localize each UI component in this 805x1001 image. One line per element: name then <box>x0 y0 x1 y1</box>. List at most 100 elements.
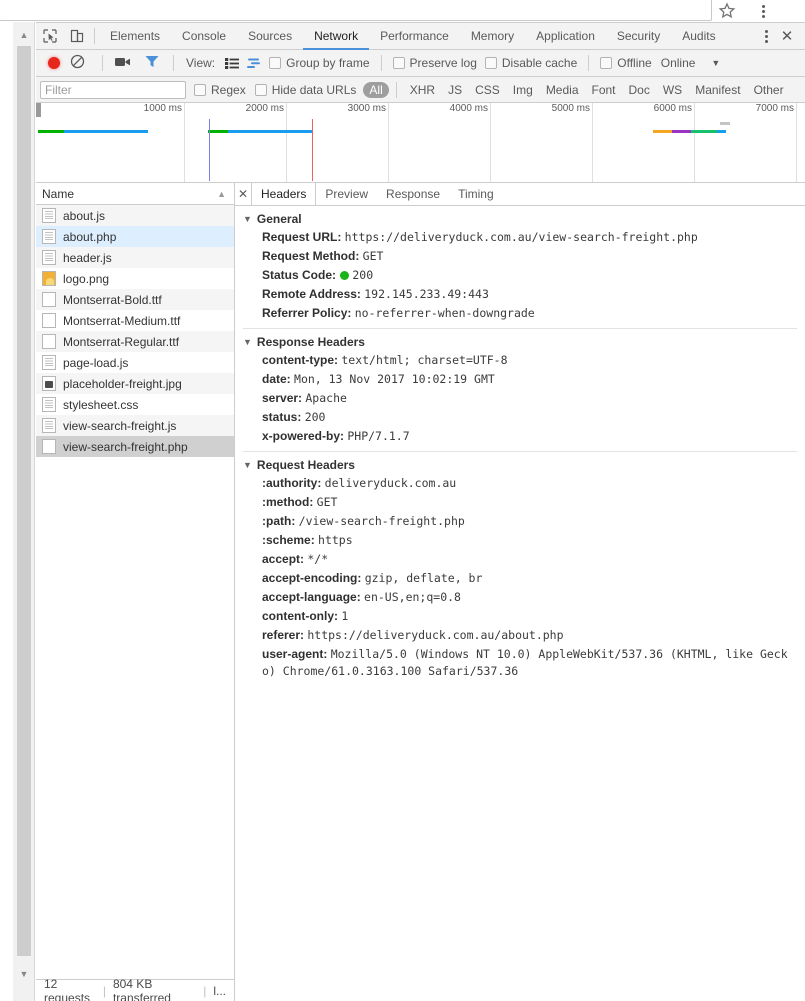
section-divider <box>243 451 797 452</box>
script-file-icon <box>42 418 56 433</box>
request-row[interactable]: placeholder-freight.jpg <box>36 373 234 394</box>
detail-tabbar: ✕ Headers Preview Response Timing <box>235 183 805 206</box>
request-row[interactable]: view-search-freight.php <box>36 436 234 457</box>
requests-column-header[interactable]: Name ▲ <box>36 183 234 205</box>
page-scrollbar[interactable]: ▲ ▼ <box>13 22 35 1001</box>
disable-cache-checkbox[interactable]: Disable cache <box>484 56 577 70</box>
throttling-value[interactable]: Online <box>661 56 696 70</box>
header-row: Referrer Policy: no-referrer-when-downgr… <box>235 304 805 323</box>
offline-checkbox[interactable]: Offline <box>600 56 652 70</box>
tab-memory[interactable]: Memory <box>460 24 525 50</box>
tab-network[interactable]: Network <box>303 24 370 50</box>
header-key: Request URL: <box>262 230 345 244</box>
header-key: Request Method: <box>262 249 363 263</box>
tab-preview[interactable]: Preview <box>316 183 377 205</box>
browser-menu-icon[interactable] <box>755 3 771 19</box>
expand-triangle-icon[interactable]: ▼ <box>243 460 252 470</box>
scroll-down-arrow-icon[interactable]: ▼ <box>13 965 35 983</box>
filter-pill-img[interactable]: Img <box>507 82 539 98</box>
header-value: https <box>318 533 353 547</box>
group-by-frame-checkbox[interactable]: Group by frame <box>269 56 370 70</box>
checkbox-box[interactable] <box>269 57 282 69</box>
bookmark-star-icon[interactable] <box>718 2 736 20</box>
request-row[interactable]: about.php <box>36 226 234 247</box>
preserve-log-checkbox[interactable]: Preserve log <box>392 56 477 70</box>
expand-triangle-icon[interactable]: ▼ <box>243 337 252 347</box>
checkbox-box[interactable] <box>600 57 613 69</box>
filter-pill-media[interactable]: Media <box>540 82 585 98</box>
filter-icon[interactable] <box>145 55 159 71</box>
headers-section-title[interactable]: ▼ Response Headers <box>235 333 805 351</box>
request-row[interactable]: page-load.js <box>36 352 234 373</box>
header-row: :scheme: https <box>235 531 805 550</box>
tab-headers[interactable]: Headers <box>252 183 317 205</box>
request-row[interactable]: Montserrat-Medium.ttf <box>36 310 234 331</box>
request-name: about.php <box>63 229 117 244</box>
filter-input[interactable] <box>40 80 186 99</box>
header-row: referer: https://deliveryduck.com.au/abo… <box>235 626 805 645</box>
toolbar-divider-3 <box>380 55 382 71</box>
header-value: no-referrer-when-downgrade <box>354 306 535 320</box>
tab-sources[interactable]: Sources <box>237 24 303 50</box>
hide-data-urls-checkbox[interactable]: Hide data URLs <box>254 83 356 97</box>
close-devtools-icon[interactable]: ✕ <box>775 27 799 45</box>
clear-button[interactable] <box>70 54 88 72</box>
filter-pill-font[interactable]: Font <box>586 82 622 98</box>
record-button[interactable] <box>48 57 60 69</box>
scroll-up-arrow-icon[interactable]: ▲ <box>13 26 35 44</box>
checkbox-box[interactable] <box>194 83 206 96</box>
request-row[interactable]: about.js <box>36 205 234 226</box>
request-row[interactable]: stylesheet.css <box>36 394 234 415</box>
header-row: :authority: deliveryduck.com.au <box>235 474 805 493</box>
tab-application[interactable]: Application <box>525 24 606 50</box>
filter-pill-manifest[interactable]: Manifest <box>689 82 746 98</box>
header-row: Request Method: GET <box>235 247 805 266</box>
tab-timing[interactable]: Timing <box>449 183 503 205</box>
request-row[interactable]: view-search-freight.js <box>36 415 234 436</box>
omnibox[interactable] <box>0 0 712 21</box>
overview-tick-label: 5000 ms <box>551 103 590 114</box>
list-view-icon[interactable] <box>222 57 242 69</box>
filter-pill-css[interactable]: CSS <box>469 82 506 98</box>
tab-performance[interactable]: Performance <box>369 24 460 50</box>
device-toolbar-icon[interactable] <box>63 23 90 49</box>
tab-audits[interactable]: Audits <box>671 24 726 50</box>
filter-pill-all[interactable]: All <box>363 81 389 98</box>
toolbar-divider-1 <box>102 55 103 71</box>
filter-pill-xhr[interactable]: XHR <box>404 82 441 98</box>
request-row[interactable]: logo.png <box>36 268 234 289</box>
expand-triangle-icon[interactable]: ▼ <box>243 214 252 224</box>
request-name: Montserrat-Bold.ttf <box>63 292 162 307</box>
scrollbar-thumb[interactable] <box>17 46 31 956</box>
filter-pill-other[interactable]: Other <box>748 82 790 98</box>
tab-elements[interactable]: Elements <box>99 24 171 50</box>
page-left-gutter <box>0 22 13 1001</box>
checkbox-box[interactable] <box>484 57 497 69</box>
header-key: content-only: <box>262 609 342 623</box>
request-row[interactable]: header.js <box>36 247 234 268</box>
waterfall-view-icon[interactable] <box>244 58 264 69</box>
headers-section-title[interactable]: ▼ General <box>235 210 805 228</box>
sort-ascending-icon[interactable]: ▲ <box>217 189 226 199</box>
chevron-down-icon[interactable]: ▼ <box>711 58 720 68</box>
filter-pill-doc[interactable]: Doc <box>623 82 656 98</box>
overview-left-handle[interactable] <box>36 103 41 117</box>
capture-screenshots-icon[interactable] <box>115 56 131 71</box>
headers-section-title[interactable]: ▼ Request Headers <box>235 456 805 474</box>
request-row[interactable]: Montserrat-Bold.ttf <box>36 289 234 310</box>
regex-checkbox[interactable]: Regex <box>194 83 246 97</box>
section-label: General <box>256 212 302 226</box>
filter-pill-ws[interactable]: WS <box>657 82 688 98</box>
header-key: :path: <box>262 514 299 528</box>
inspect-element-icon[interactable] <box>36 23 63 49</box>
tab-security[interactable]: Security <box>606 24 671 50</box>
checkbox-box[interactable] <box>392 57 405 69</box>
network-overview-timeline[interactable]: 1000 ms 2000 ms 3000 ms 4000 ms 5000 ms 6000 … <box>36 103 805 183</box>
close-detail-icon[interactable]: ✕ <box>235 183 252 205</box>
checkbox-box[interactable] <box>254 83 267 96</box>
filter-pill-js[interactable]: JS <box>442 82 468 98</box>
tab-response[interactable]: Response <box>377 183 449 205</box>
request-row[interactable]: Montserrat-Regular.ttf <box>36 331 234 352</box>
tab-console[interactable]: Console <box>171 24 237 50</box>
more-options-icon[interactable] <box>757 29 775 44</box>
